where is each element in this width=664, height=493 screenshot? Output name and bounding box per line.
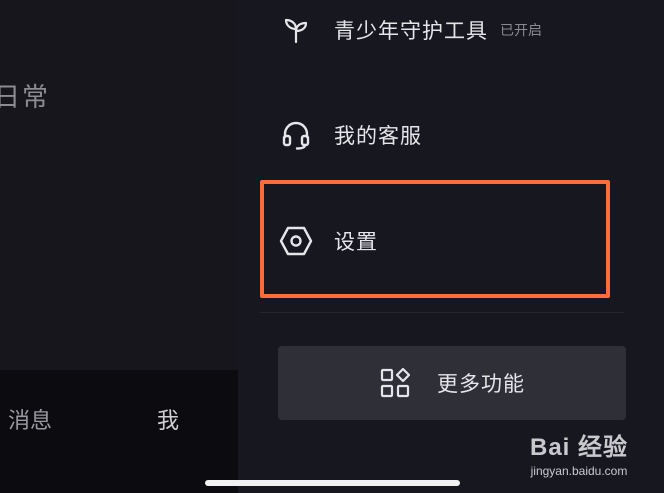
grid-apps-icon bbox=[379, 367, 411, 399]
side-drawer: 青少年守护工具 已开启 我的客服 设置 更多功能 bbox=[238, 0, 664, 493]
hexagon-settings-icon bbox=[278, 223, 314, 259]
menu-item-label: 我的客服 bbox=[334, 124, 422, 148]
background-title: 日常 bbox=[0, 83, 51, 113]
more-features-button[interactable]: 更多功能 bbox=[278, 346, 626, 420]
menu-item-label: 青少年守护工具 bbox=[334, 19, 488, 43]
menu-item-youth-protection[interactable]: 青少年守护工具 已开启 bbox=[278, 10, 542, 50]
menu-item-label: 设置 bbox=[334, 230, 378, 254]
tab-me[interactable]: 我 bbox=[157, 403, 179, 435]
status-badge: 已开启 bbox=[500, 23, 542, 39]
divider bbox=[260, 312, 624, 313]
menu-item-settings[interactable]: 设置 bbox=[278, 221, 378, 261]
home-indicator[interactable] bbox=[205, 480, 460, 486]
baidu-jingyan-watermark: Bai 经验 jingyan.baidu.com bbox=[530, 427, 628, 478]
headset-icon bbox=[278, 117, 314, 153]
watermark-brand: Bai 经验 bbox=[529, 434, 628, 461]
app-screen: 日常 消息 我 青少年守护工具 已开启 我的客服 设置 更多功能 Bai 经验 … bbox=[0, 0, 664, 493]
more-features-label: 更多功能 bbox=[437, 372, 525, 396]
menu-item-customer-service[interactable]: 我的客服 bbox=[278, 115, 422, 155]
watermark-site: jingyan.baidu.com bbox=[530, 464, 628, 478]
sprout-icon bbox=[278, 12, 314, 48]
background-page: 日常 消息 我 bbox=[0, 0, 238, 493]
tab-messages[interactable]: 消息 bbox=[8, 403, 52, 435]
